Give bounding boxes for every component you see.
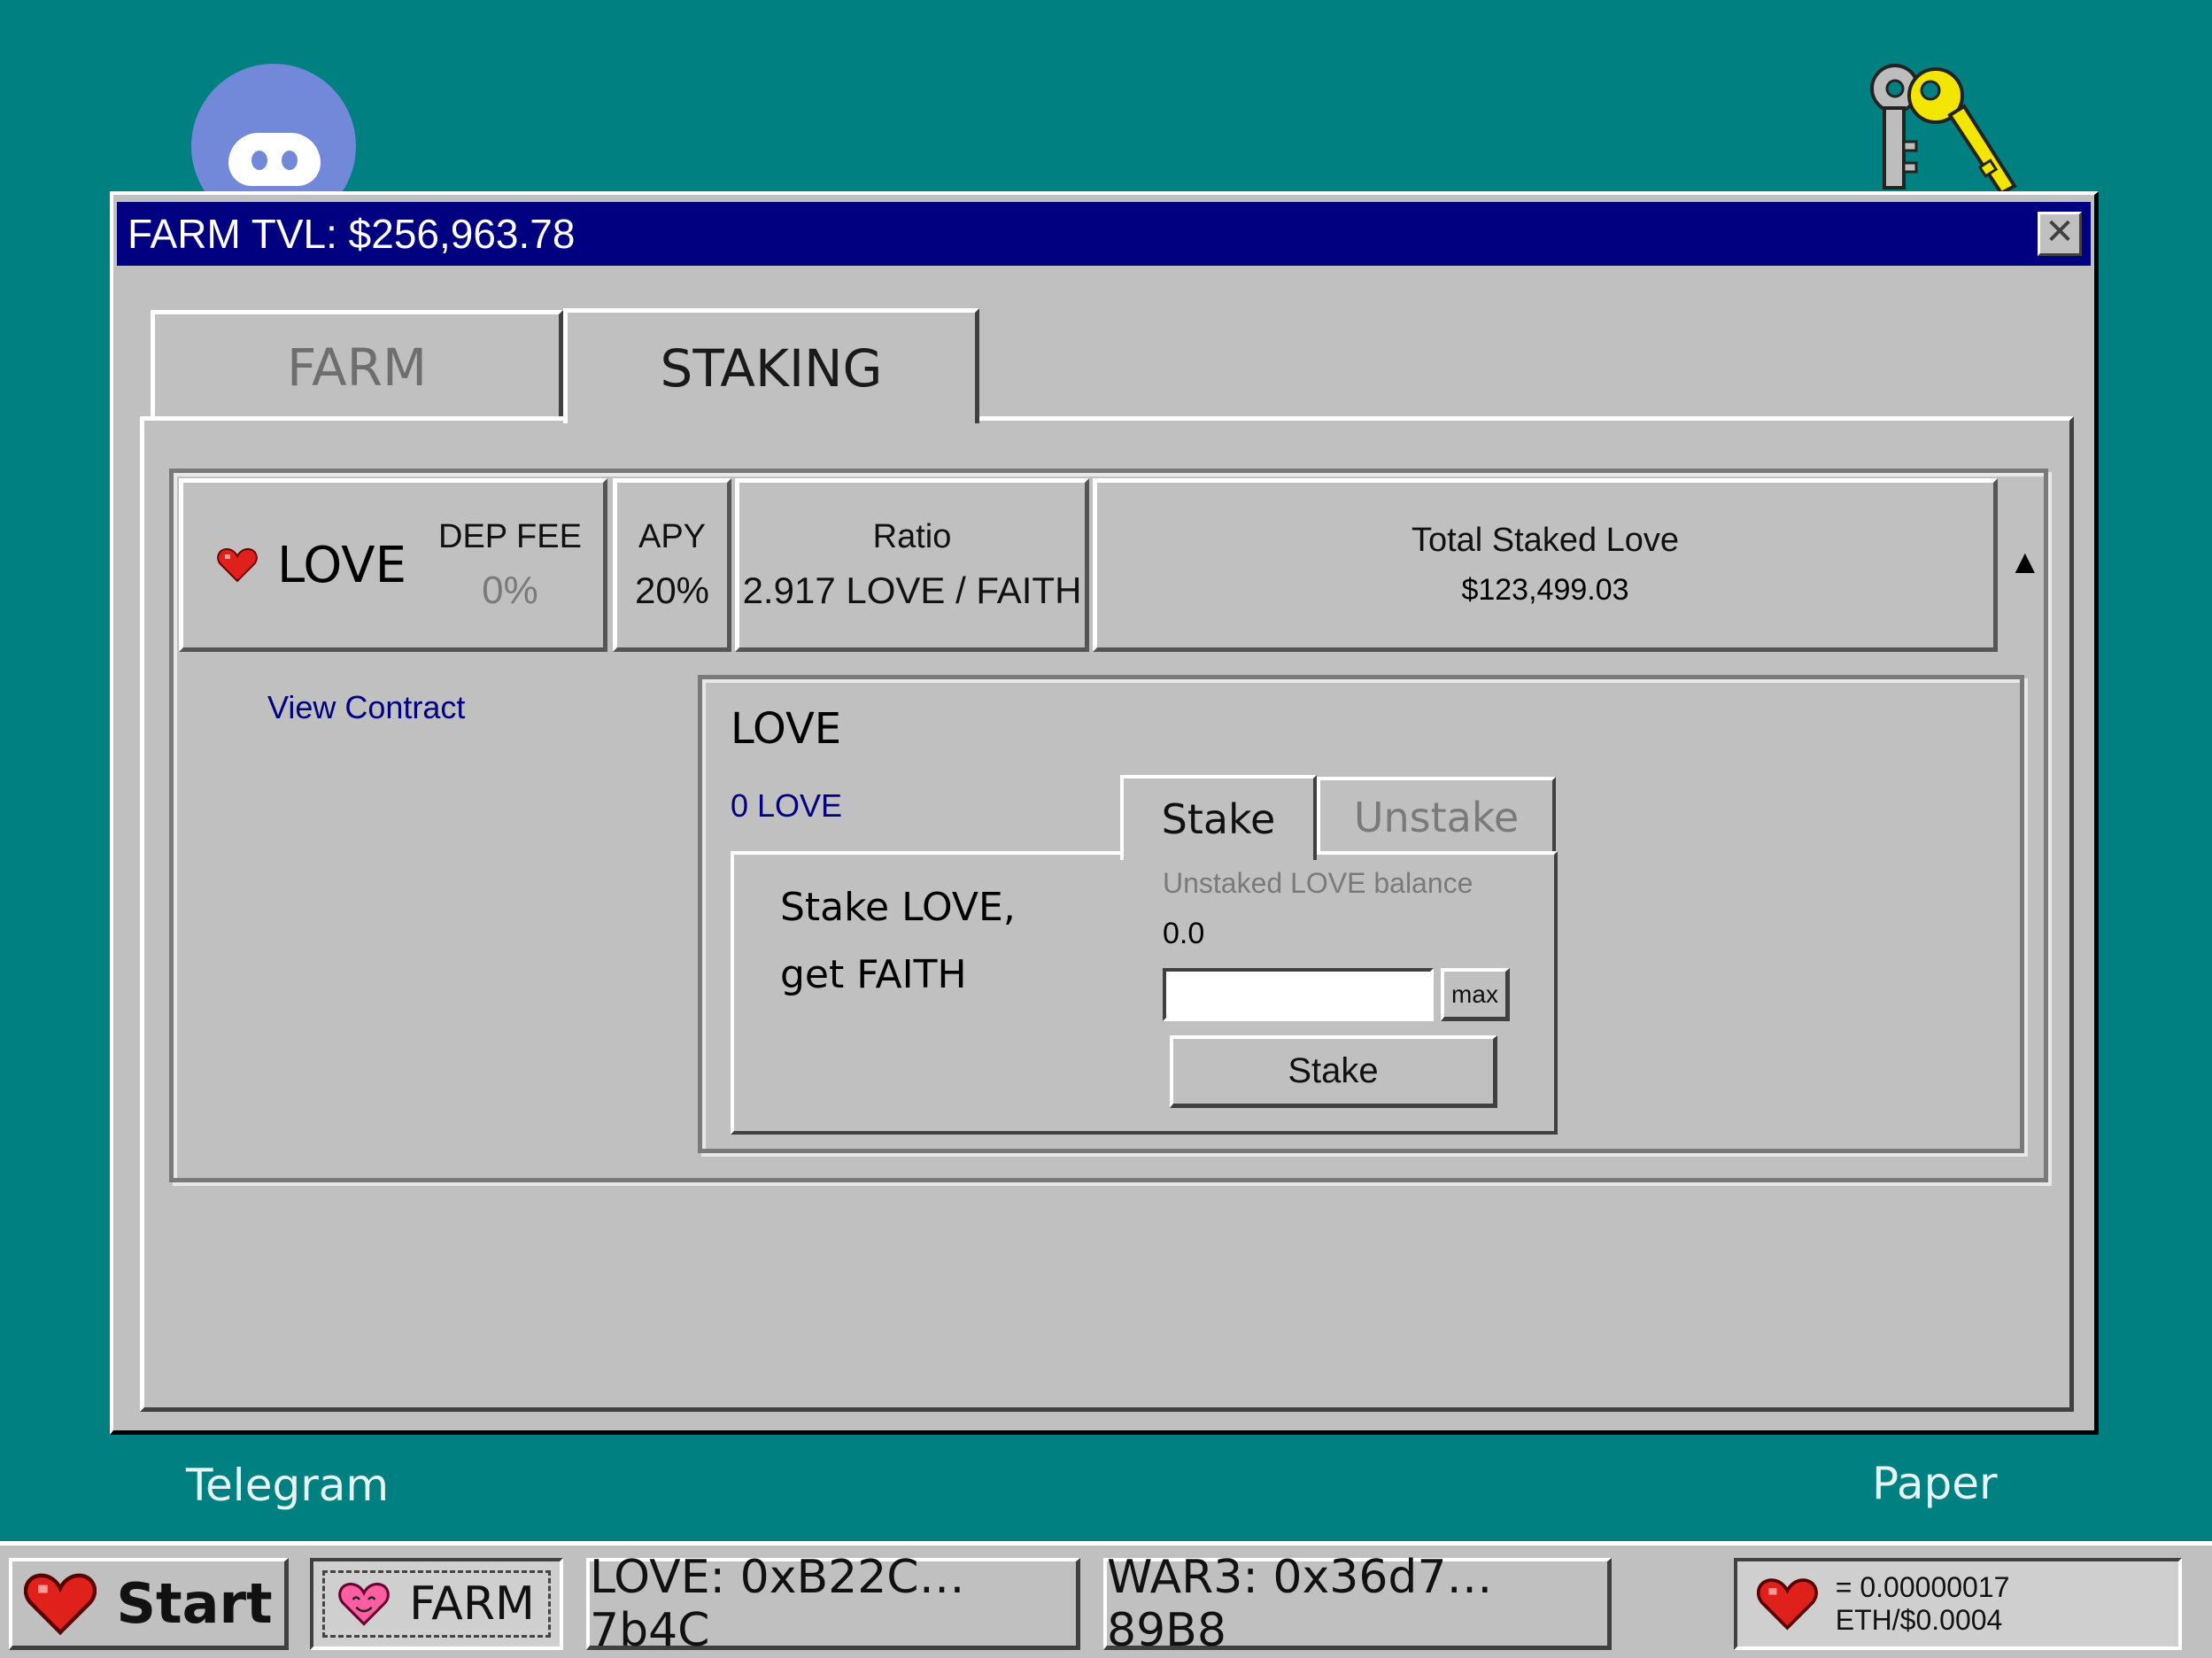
unstaked-balance-value: 0.0 (1163, 917, 1205, 950)
tab-unstake[interactable]: Unstake (1317, 777, 1556, 855)
war3-address-button[interactable]: WAR3: 0x36d7…89B8 (1103, 1551, 1612, 1657)
heart-icon (217, 547, 258, 583)
title-bar: FARM TVL: $256,963.78 ✕ (117, 202, 2091, 266)
staking-panel: LOVE DEP FEE 0% APY 20% Ratio 2.917 LOVE… (140, 416, 2074, 1412)
paper-label[interactable]: Paper (1872, 1458, 1998, 1509)
ratio-cell: Ratio 2.917 LOVE / FAITH (735, 478, 1089, 652)
ratio-label: Ratio (872, 518, 952, 555)
apy-value: 20% (634, 569, 710, 611)
window-title: FARM TVL: $256,963.78 (128, 211, 576, 257)
heart-icon (24, 1573, 97, 1635)
collapse-arrow-icon[interactable]: ▲ (2008, 544, 2042, 582)
taskbar: Start FARM LOVE: 0xB22C…7b4C WAR3: 0x36d… (0, 1541, 2212, 1658)
detail-token-name: LOVE (731, 704, 842, 754)
close-button[interactable]: ✕ (2038, 212, 2082, 256)
farm-window: FARM TVL: $256,963.78 ✕ FARM STAKING LOV… (110, 191, 2099, 1435)
ratio-value: 2.917 LOVE / FAITH (742, 569, 1082, 611)
pool-card: LOVE DEP FEE 0% APY 20% Ratio 2.917 LOVE… (169, 469, 2048, 1182)
discord-logo (228, 133, 321, 186)
price-text: = 0.00000017 ETH/$0.0004 (1835, 1571, 2010, 1636)
detail-balance: 0 LOVE (731, 787, 843, 824)
stake-description-line1: Stake LOVE, (780, 885, 1016, 930)
pool-token-cell: LOVE DEP FEE 0% (179, 478, 607, 652)
stake-amount-input[interactable] (1163, 968, 1434, 1021)
price-tray: = 0.00000017 ETH/$0.0004 (1734, 1558, 2182, 1650)
total-staked-label: Total Staked Love (1411, 522, 1680, 560)
start-button[interactable]: Start (9, 1558, 289, 1650)
dep-fee-label: DEP FEE (438, 517, 582, 555)
love-address-button[interactable]: LOVE: 0xB22C…7b4C (586, 1551, 1080, 1657)
tab-staking[interactable]: STAKING (563, 308, 979, 423)
stake-form: Stake LOVE, get FAITH Unstaked LOVE bala… (731, 851, 1558, 1135)
apy-label: APY (638, 518, 707, 555)
stake-description-line2: get FAITH (780, 952, 967, 997)
tab-farm[interactable]: FARM (151, 310, 563, 420)
dep-fee-value: 0% (482, 568, 538, 612)
apy-cell: APY 20% (613, 478, 731, 652)
telegram-label[interactable]: Telegram (186, 1460, 389, 1511)
view-contract-link[interactable]: View Contract (267, 689, 465, 726)
tab-stake[interactable]: Stake (1120, 775, 1317, 860)
total-staked-cell: Total Staked Love $123,499.03 (1093, 478, 1998, 652)
start-label: Start (116, 1571, 273, 1636)
unstaked-balance-label: Unstaked LOVE balance (1163, 867, 1473, 899)
stake-button[interactable]: Stake (1170, 1035, 1497, 1108)
max-button[interactable]: max (1441, 968, 1510, 1021)
close-icon: ✕ (2045, 213, 2075, 252)
stake-detail-panel: LOVE 0 LOVE Stake Unstake Stake LOVE, ge… (698, 675, 2024, 1153)
total-staked-value: $123,499.03 (1461, 573, 1629, 608)
key-icon[interactable] (1851, 53, 2019, 195)
taskbar-farm-button[interactable]: FARM (310, 1558, 563, 1650)
pool-token-name: LOVE (277, 536, 406, 594)
heart-icon (1757, 1578, 1818, 1631)
